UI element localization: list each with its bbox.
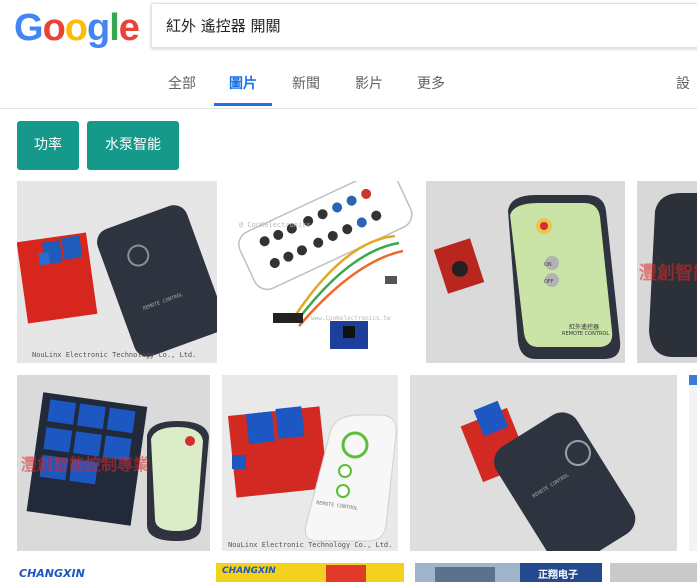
result-image xyxy=(610,563,697,582)
image-result[interactable]: NouLinx Electronic Technology Co., Ltd. … xyxy=(222,375,398,551)
logo-letter: e xyxy=(118,7,140,49)
chip-power[interactable]: 功率 xyxy=(17,121,79,170)
active-tab-indicator xyxy=(214,103,272,106)
search-input[interactable] xyxy=(166,4,686,47)
watermark: 灃創智能 xyxy=(639,263,697,284)
search-tabs: 全部 圖片 新聞 影片 更多 設定 xyxy=(0,68,697,108)
tab-label: 設定 xyxy=(676,76,690,92)
tab-videos[interactable]: 影片 xyxy=(353,68,385,108)
image-caption: www.CooKelectronics.tw xyxy=(311,315,391,322)
brand-text: 正翔电子 xyxy=(538,570,578,581)
logo-letter: o xyxy=(64,7,88,49)
result-image xyxy=(222,375,398,551)
remote-label: REMOTE CONTROL xyxy=(562,331,610,337)
button-label-off: OFF xyxy=(544,279,554,285)
image-result[interactable]: ON OFF 紅外遙控器 REMOTE CONTROL xyxy=(426,181,625,363)
tab-all[interactable]: 全部 xyxy=(166,68,198,108)
image-result[interactable]: CHANGXIN xyxy=(216,563,404,582)
tab-more[interactable]: 更多 xyxy=(415,68,447,108)
tab-label: 影片 xyxy=(355,76,383,92)
result-image xyxy=(410,375,677,551)
image-caption: NouLinx Electronic Technology Co., Ltd. xyxy=(228,541,393,549)
image-result[interactable] xyxy=(689,375,697,551)
watermark: 灃創智能控制專業 xyxy=(21,455,150,474)
image-caption: NouLinx Electronic Technology Co., Ltd. xyxy=(32,351,197,359)
image-result[interactable]: NouLinx Electronic Technology Co., Ltd. … xyxy=(17,181,217,363)
result-image xyxy=(225,181,418,363)
button-label-on: ON xyxy=(544,262,552,268)
image-result[interactable]: REMOTE CONTROL xyxy=(410,375,677,551)
image-result[interactable] xyxy=(610,563,697,582)
tab-label: 更多 xyxy=(417,76,445,92)
chip-pump-smart[interactable]: 水泵智能 xyxy=(87,121,179,170)
logo-letter: o xyxy=(42,7,66,49)
image-result[interactable]: 灃創智能 xyxy=(637,181,697,363)
tab-images[interactable]: 圖片 xyxy=(214,68,272,108)
google-logo[interactable]: Google xyxy=(14,6,140,50)
header: Google 全部 圖片 新聞 影片 更多 設定 xyxy=(0,0,697,109)
brand-text: CHANGXIN xyxy=(19,567,85,580)
logo-letter: G xyxy=(14,7,44,49)
image-result[interactable]: @ CooKelectronics www.CooKelectronics.tw xyxy=(225,181,418,363)
tab-label: 全部 xyxy=(168,76,196,92)
tab-label: 新聞 xyxy=(292,76,320,92)
tab-news[interactable]: 新聞 xyxy=(290,68,322,108)
tab-label: 圖片 xyxy=(229,76,257,92)
image-result[interactable]: 灃創智能控制專業 xyxy=(17,375,210,551)
chip-label: 功率 xyxy=(34,137,62,153)
chip-label: 水泵智能 xyxy=(105,137,161,153)
image-result[interactable]: 正翔电子 xyxy=(520,563,602,582)
logo-letter: g xyxy=(87,7,110,49)
remote-label: 紅外遙控器 xyxy=(569,324,600,331)
image-caption: @ CooKelectronics xyxy=(239,221,311,229)
tab-settings[interactable]: 設定 xyxy=(676,68,697,108)
logo-letter: l xyxy=(109,7,120,49)
result-image xyxy=(326,565,366,582)
result-image xyxy=(689,375,697,551)
result-image xyxy=(17,181,217,363)
image-result[interactable]: CHANGXIN xyxy=(17,563,210,582)
search-box[interactable] xyxy=(151,3,697,48)
